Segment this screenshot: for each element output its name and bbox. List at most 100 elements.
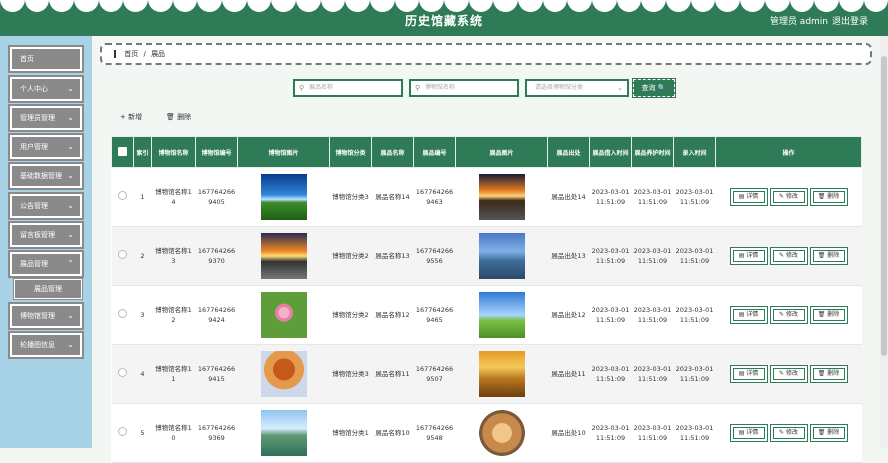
sidebar-subitem-exhibit-management[interactable]: 展品管理 <box>13 278 83 300</box>
col-header-museum-no: 博物馆编号 <box>195 136 238 168</box>
cell-museum-no: 1677642669415 <box>195 344 238 404</box>
row-checkbox[interactable] <box>111 167 134 227</box>
col-header-exhibit-image: 展品图片 <box>455 136 548 168</box>
select-all-checkbox[interactable] <box>111 136 134 168</box>
query-button[interactable]: 查询 🔍 <box>632 78 676 98</box>
row-checkbox[interactable] <box>111 226 134 286</box>
sidebar-item-carousel[interactable]: 轮播图信息 ⌄ <box>8 331 84 359</box>
sidebar-item-message-board[interactable]: 留言板管理 ⌄ <box>8 221 84 249</box>
exhibit-image <box>478 292 525 338</box>
museum-name-search-input[interactable]: ⚲ 博物馆名称 <box>409 79 519 97</box>
cell-exhibit-origin: 展品出处13 <box>547 226 590 286</box>
delete-button[interactable]: 🗑 删除 <box>809 247 848 265</box>
breadcrumb-marker <box>114 50 116 58</box>
sidebar-item-exhibit-management[interactable]: 展品管理 ⌃ <box>8 250 84 278</box>
row-checkbox[interactable] <box>111 403 134 463</box>
scrollbar-thumb[interactable] <box>881 56 887 356</box>
breadcrumb-home[interactable]: 首页 <box>124 50 138 58</box>
cell-exhibit-image <box>455 403 548 463</box>
detail-button[interactable]: ▤ 详情 <box>729 247 768 265</box>
col-header-exhibit-name: 展品名称 <box>371 136 414 168</box>
cell-entry-time: 2023-03-01 11:51:09 <box>673 403 716 463</box>
cell-museum-no: 1677642669405 <box>195 167 238 227</box>
sidebar-item-label: 留言板管理 <box>20 231 55 239</box>
exhibit-image <box>478 233 525 279</box>
col-header-exhibit-origin: 展品出处 <box>547 136 590 168</box>
cell-entry-time: 2023-03-01 11:51:09 <box>673 285 716 345</box>
sidebar-item-label: 个人中心 <box>20 85 48 93</box>
add-button[interactable]: + 新增 <box>120 112 142 122</box>
logout-link[interactable]: 退出登录 <box>832 14 868 27</box>
cell-care-time: 2023-03-01 11:51:09 <box>631 344 674 404</box>
sidebar-item-label: 博物馆管理 <box>20 312 55 320</box>
cell-borrow-time: 2023-03-01 11:51:09 <box>589 403 632 463</box>
exhibit-table: 索引 博物馆名称 博物馆编号 博物馆图片 博物馆分类 展品名称 展品编号 展品图… <box>111 136 862 463</box>
cell-operations: ▤ 详情 ✎ 修改 🗑 删除 <box>715 226 862 286</box>
sidebar-item-museum-management[interactable]: 博物馆管理 ⌄ <box>8 302 84 330</box>
cell-museum-name: 博物馆名称10 <box>151 403 196 463</box>
delete-button[interactable]: 🗑 删除 <box>809 424 848 442</box>
cell-exhibit-name: 展品名称12 <box>371 285 414 345</box>
museum-category-select[interactable]: 请选择博物馆分类 ⌄ <box>525 79 629 97</box>
exhibit-name-search-input[interactable]: ⚲ 展品名称 <box>293 79 403 97</box>
museum-image <box>260 410 307 456</box>
cell-exhibit-no: 1677642669463 <box>413 167 456 227</box>
cell-museum-category: 博物馆分类3 <box>329 167 372 227</box>
edit-button[interactable]: ✎ 修改 <box>769 365 808 383</box>
chevron-down-icon: ⌄ <box>67 311 74 320</box>
search-icon: ⚲ <box>415 84 421 92</box>
edit-button[interactable]: ✎ 修改 <box>769 247 808 265</box>
sidebar-item-label: 首页 <box>20 55 34 63</box>
cell-exhibit-no: 1677642669465 <box>413 285 456 345</box>
cell-operations: ▤ 详情 ✎ 修改 🗑 删除 <box>715 403 862 463</box>
detail-button[interactable]: ▤ 详情 <box>729 365 768 383</box>
delete-button[interactable]: 🗑 删除 <box>809 188 848 206</box>
cell-museum-name: 博物馆名称14 <box>151 167 196 227</box>
detail-button[interactable]: ▤ 详情 <box>729 424 768 442</box>
sidebar-item-personal-center[interactable]: 个人中心 ⌄ <box>8 75 84 103</box>
col-header-borrow-time: 展品借入时间 <box>589 136 632 168</box>
col-header-operations: 操作 <box>715 136 862 168</box>
sidebar-item-base-data[interactable]: 基础数据管理 ⌄ <box>8 162 84 190</box>
sidebar-item-announcements[interactable]: 公告管理 ⌄ <box>8 192 84 220</box>
cell-exhibit-no: 1677642669556 <box>413 226 456 286</box>
cell-museum-image <box>237 403 330 463</box>
batch-delete-button[interactable]: 🗑 删除 <box>166 112 191 122</box>
cell-index: 3 <box>133 285 152 345</box>
exhibit-image <box>478 351 525 397</box>
cell-exhibit-image <box>455 344 548 404</box>
edit-button[interactable]: ✎ 修改 <box>769 306 808 324</box>
cell-borrow-time: 2023-03-01 11:51:09 <box>589 167 632 227</box>
edit-button[interactable]: ✎ 修改 <box>769 424 808 442</box>
cell-museum-image <box>237 226 330 286</box>
museum-image <box>260 292 307 338</box>
cell-operations: ▤ 详情 ✎ 修改 🗑 删除 <box>715 344 862 404</box>
exhibit-image <box>478 410 525 456</box>
sidebar: 首页 个人中心 ⌄ 管理员管理 ⌄ 用户管理 ⌄ 基础数据管理 ⌄ 公告管理 ⌄ 留言板管… <box>0 36 92 448</box>
cell-exhibit-name: 展品名称10 <box>371 403 414 463</box>
cell-care-time: 2023-03-01 11:51:09 <box>631 403 674 463</box>
cell-care-time: 2023-03-01 11:51:09 <box>631 285 674 345</box>
cell-museum-category: 博物馆分类2 <box>329 285 372 345</box>
delete-button[interactable]: 🗑 删除 <box>809 365 848 383</box>
exhibit-image <box>478 174 525 220</box>
sidebar-item-admin-management[interactable]: 管理员管理 ⌄ <box>8 104 84 132</box>
chevron-up-icon: ⌃ <box>67 259 74 268</box>
cell-exhibit-origin: 展品出处11 <box>547 344 590 404</box>
edit-button[interactable]: ✎ 修改 <box>769 188 808 206</box>
chevron-down-icon: ⌄ <box>67 340 74 349</box>
checkbox-icon <box>118 191 127 200</box>
detail-button[interactable]: ▤ 详情 <box>729 306 768 324</box>
sidebar-item-user-management[interactable]: 用户管理 ⌄ <box>8 133 84 161</box>
delete-button[interactable]: 🗑 删除 <box>809 306 848 324</box>
row-checkbox[interactable] <box>111 344 134 404</box>
page-scrollbar[interactable] <box>880 36 888 448</box>
checkbox-icon <box>118 368 127 377</box>
checkbox-icon <box>118 250 127 259</box>
breadcrumb-separator: / <box>143 50 146 58</box>
sidebar-item-home[interactable]: 首页 <box>8 45 84 73</box>
row-checkbox[interactable] <box>111 285 134 345</box>
detail-button[interactable]: ▤ 详情 <box>729 188 768 206</box>
cell-museum-image <box>237 344 330 404</box>
cell-exhibit-image <box>455 226 548 286</box>
